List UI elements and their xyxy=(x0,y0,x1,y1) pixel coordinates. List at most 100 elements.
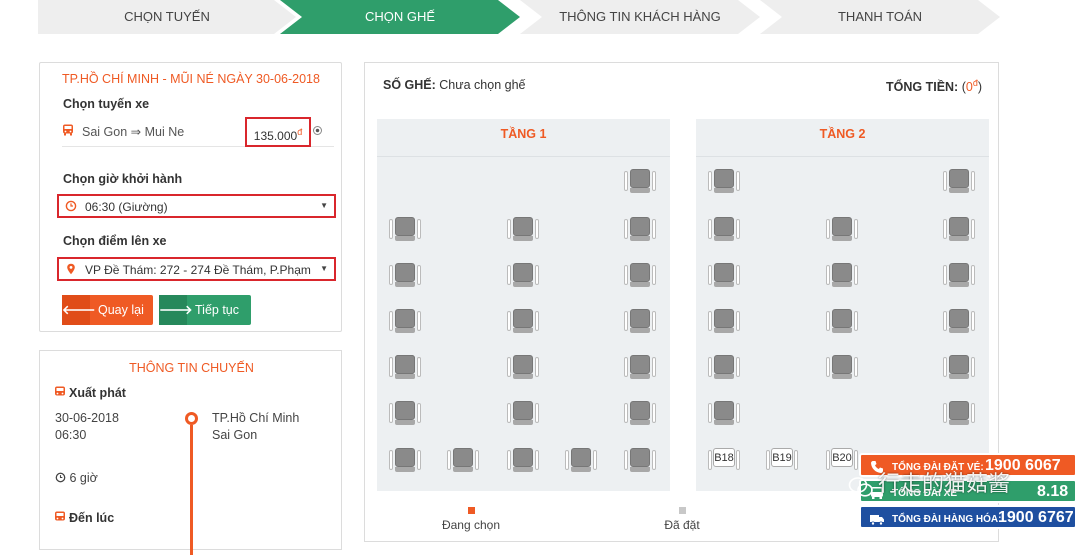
seat[interactable] xyxy=(507,355,539,379)
seat[interactable] xyxy=(826,217,858,241)
back-button-label: Quay lại xyxy=(98,303,144,317)
arrow-left-icon: 🡐 xyxy=(62,295,96,325)
seat[interactable] xyxy=(624,448,656,472)
seat-label: B20 xyxy=(831,448,853,467)
route-label: Chọn tuyến xe xyxy=(63,97,150,111)
seat[interactable] xyxy=(943,263,975,287)
legend-booked-label: Đã đặt xyxy=(664,518,700,532)
seat[interactable] xyxy=(507,448,539,472)
departure-place: Sai Gon xyxy=(212,428,258,442)
seat[interactable]: B18 xyxy=(708,448,740,472)
clock-icon xyxy=(55,472,66,483)
seat[interactable] xyxy=(624,217,656,241)
pickup-point-label: Chọn điểm lên xe xyxy=(63,234,167,248)
seat[interactable] xyxy=(389,448,421,472)
seat[interactable] xyxy=(943,217,975,241)
seat[interactable] xyxy=(624,263,656,287)
seat[interactable] xyxy=(624,401,656,425)
seat[interactable] xyxy=(943,309,975,333)
seat[interactable] xyxy=(507,217,539,241)
seat[interactable] xyxy=(826,263,858,287)
departure-city: TP.Hồ Chí Minh xyxy=(212,411,300,425)
seat[interactable] xyxy=(708,309,740,333)
seat[interactable] xyxy=(507,401,539,425)
departure-time-select[interactable]: 06:30 (Giường) ▼ xyxy=(57,194,336,218)
trip-duration-value: 6 giờ xyxy=(69,471,98,485)
step-payment[interactable]: THANH TOÁN xyxy=(760,0,1000,34)
trip-info-title: THÔNG TIN CHUYẾN xyxy=(129,361,254,375)
seat[interactable] xyxy=(565,448,597,472)
total-price-label: TỔNG TIỀN: xyxy=(886,80,959,95)
pickup-point-select[interactable]: VP Đề Thám: 272 - 274 Đề Thám, P.Phạm Ng… xyxy=(57,257,336,281)
seat[interactable] xyxy=(389,355,421,379)
seat[interactable] xyxy=(389,309,421,333)
seat[interactable] xyxy=(708,401,740,425)
route-name: Sai Gon ⇒ Mui Ne xyxy=(82,125,185,139)
seat[interactable] xyxy=(389,401,421,425)
chevron-down-icon: ▼ xyxy=(320,264,328,273)
legend-selecting-swatch xyxy=(467,507,475,514)
continue-button[interactable]: 🡒 Tiếp tục xyxy=(159,295,251,325)
seat[interactable] xyxy=(943,401,975,425)
legend-selecting-label: Đang chọn xyxy=(441,518,501,532)
truck-icon xyxy=(870,515,884,526)
cargo-hotline-label: TỔNG ĐÀI HÀNG HÓA: xyxy=(892,514,1002,525)
legend-booked-swatch xyxy=(678,507,686,514)
map-pin-icon xyxy=(67,263,75,275)
seat[interactable]: B20 xyxy=(826,448,858,472)
seat[interactable] xyxy=(507,263,539,287)
total-price-currency: đ xyxy=(972,78,978,88)
seat[interactable] xyxy=(826,309,858,333)
arrow-right-icon: 🡒 xyxy=(159,295,193,325)
legend-booked: Đã đặt xyxy=(647,507,717,532)
deck-2: TẦNG 2 B18 B19 B20 xyxy=(696,119,989,491)
booking-steps: CHỌN TUYẾN CHỌN GHẾ THÔNG TIN KHÁCH HÀNG… xyxy=(0,0,1080,34)
seat[interactable] xyxy=(708,169,740,193)
deck-2-title: TẦNG 2 xyxy=(696,119,989,157)
timeline-line xyxy=(190,425,193,555)
selected-seat-info: SỐ GHẾ: Chưa chọn ghế xyxy=(383,78,526,92)
step-customer-info[interactable]: THÔNG TIN KHÁCH HÀNG xyxy=(520,0,760,34)
seat[interactable] xyxy=(708,263,740,287)
route-radio[interactable] xyxy=(313,126,322,135)
departure-time-value: 06:30 (Giường) xyxy=(85,200,168,214)
route-price-currency: đ xyxy=(297,127,303,137)
route-price: 135.000đ xyxy=(245,117,311,147)
seat-label: B19 xyxy=(771,448,793,467)
step-choose-route[interactable]: CHỌN TUYẾN xyxy=(38,0,296,34)
trip-info-panel: THÔNG TIN CHUYẾN Xuất phát 30-06-2018 06… xyxy=(39,350,342,555)
trip-title: TP.HỒ CHÍ MINH - MŨI NÉ NGÀY 30-06-2018 xyxy=(62,72,320,86)
step-choose-seat[interactable]: CHỌN GHẾ xyxy=(280,0,520,34)
seat[interactable] xyxy=(943,169,975,193)
seat[interactable] xyxy=(389,217,421,241)
route-price-value: 135.000 xyxy=(253,129,298,143)
seat[interactable] xyxy=(624,169,656,193)
seat[interactable] xyxy=(708,355,740,379)
seat[interactable] xyxy=(624,355,656,379)
seat[interactable] xyxy=(624,309,656,333)
trip-duration: 6 giờ xyxy=(55,470,98,487)
deck-1-title: TẦNG 1 xyxy=(377,119,670,157)
cargo-hotline-badge[interactable]: TỔNG ĐÀI HÀNG HÓA: 1900 6767 xyxy=(859,505,1077,529)
seat[interactable] xyxy=(447,448,479,472)
wechat-icon xyxy=(848,477,873,497)
seat[interactable] xyxy=(826,355,858,379)
chevron-down-icon: ▼ xyxy=(320,201,328,210)
booking-panel: TP.HỒ CHÍ MINH - MŨI NÉ NGÀY 30-06-2018 … xyxy=(39,62,342,332)
departure-time: 06:30 xyxy=(55,428,87,442)
total-price-value: 0 xyxy=(965,80,973,95)
timeline-start-dot xyxy=(185,412,198,425)
bus-icon xyxy=(55,386,65,396)
bus-icon xyxy=(55,511,65,521)
seat[interactable] xyxy=(389,263,421,287)
seat-label: B18 xyxy=(713,448,735,467)
seat[interactable] xyxy=(708,217,740,241)
deck-1: TẦNG 1 xyxy=(377,119,670,491)
seat[interactable] xyxy=(507,309,539,333)
back-button[interactable]: 🡐 Quay lại xyxy=(62,295,153,325)
seat[interactable] xyxy=(943,355,975,379)
legend-selecting: Đang chọn xyxy=(429,507,513,532)
departure-label: Xuất phát xyxy=(69,386,126,400)
seat[interactable]: B19 xyxy=(766,448,798,472)
departure-time-label: Chọn giờ khởi hành xyxy=(63,172,183,186)
